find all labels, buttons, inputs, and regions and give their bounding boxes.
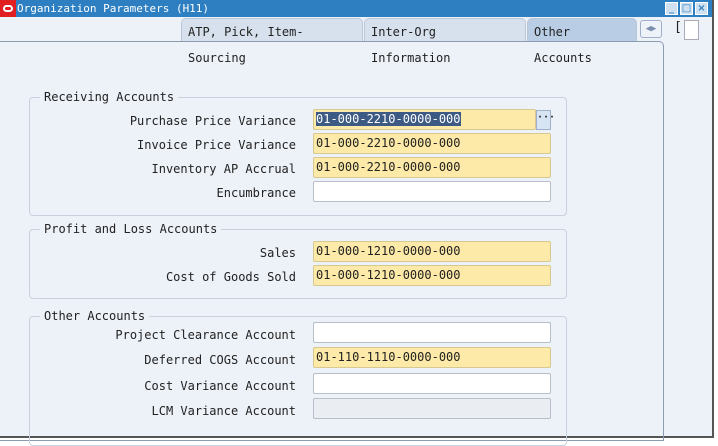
sales-field[interactable]: 01-000-1210-0000-000 [313,241,551,262]
profit-loss-accounts-group: Profit and Loss Accounts [29,222,567,299]
encumbrance-field[interactable] [313,181,551,202]
context-field[interactable] [684,20,699,40]
title-bar: Organization Parameters (H11) _ □ × [0,0,712,17]
deferred-cogs-account-field[interactable]: 01-110-1110-0000-000 [313,347,551,368]
purchase-price-variance-field[interactable]: 01-000-2210-0000-000 [313,109,536,130]
cost-of-goods-sold-field[interactable]: 01-000-1210-0000-000 [313,265,551,286]
maximize-icon[interactable]: □ [680,2,693,15]
project-clearance-account-field[interactable] [313,322,551,343]
sales-label: Sales [259,246,296,260]
encumbrance-label: Encumbrance [216,186,296,200]
inventory-ap-accrual-field[interactable]: 01-000-2210-0000-000 [313,157,551,178]
cost-variance-account-label: Cost Variance Account [144,379,296,393]
deferred-cogs-account-label: Deferred COGS Account [144,353,296,367]
group-label: Other Accounts [40,309,150,323]
invoice-price-variance-label: Invoice Price Variance [137,138,296,152]
bracket: [ [674,20,682,35]
purchase-price-variance-label: Purchase Price Variance [129,114,296,128]
group-label: Receiving Accounts [40,90,179,104]
close-icon[interactable]: × [695,2,708,15]
oracle-logo-icon [0,0,16,17]
field-value: 01-000-2210-0000-000 [316,112,461,126]
tab-inter-org-information[interactable]: Inter-Org Information [364,18,526,65]
window-title: Organization Parameters (H11) [17,2,210,15]
invoice-price-variance-field[interactable]: 01-000-2210-0000-000 [313,133,551,154]
cost-of-goods-sold-label: Cost of Goods Sold [165,270,296,284]
lcm-variance-account-field [313,398,551,419]
group-label: Profit and Loss Accounts [40,222,222,236]
minimize-icon[interactable]: _ [665,2,678,15]
project-clearance-account-label: Project Clearance Account [115,328,296,342]
tab-atp-pick-item-sourcing[interactable]: ATP, Pick, Item-Sourcing [181,18,363,65]
organization-parameters-window: Organization Parameters (H11) _ □ × ATP,… [0,0,714,446]
tab-scroll-arrows-icon[interactable]: ◀▶ [640,20,662,38]
lcm-variance-account-label: LCM Variance Account [151,404,297,418]
list-of-values-button[interactable]: ··· [536,110,555,130]
cost-variance-account-field[interactable] [313,373,551,394]
tab-other-accounts[interactable]: Other Accounts [527,18,637,65]
inventory-ap-accrual-label: Inventory AP Accrual [151,162,297,176]
